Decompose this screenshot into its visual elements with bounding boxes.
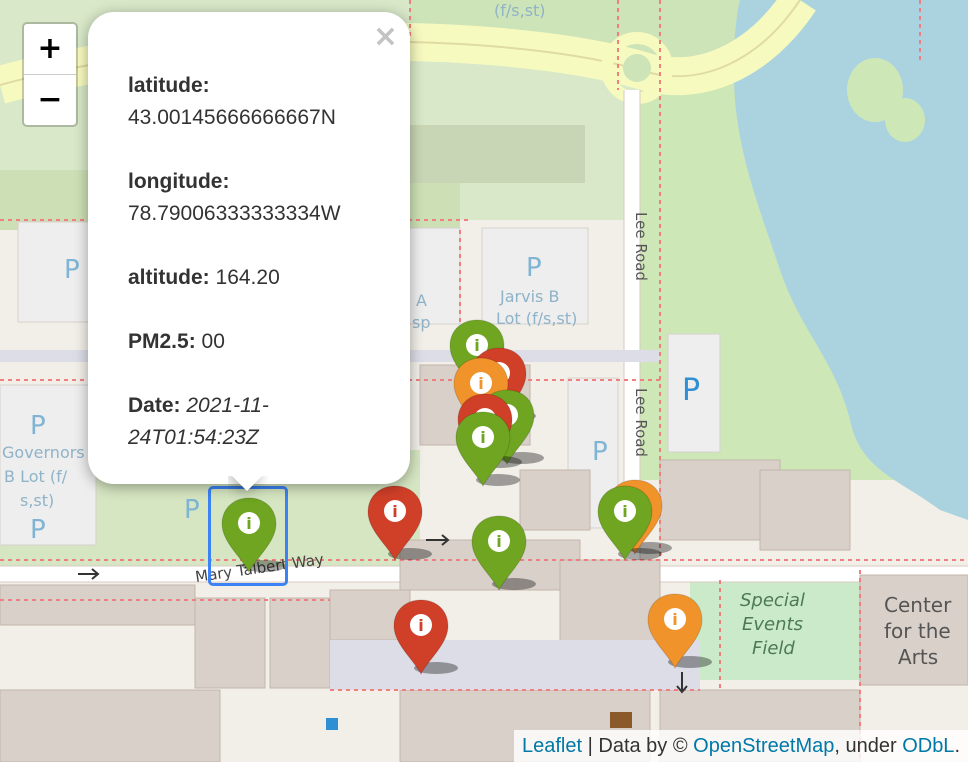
marker-popup: × latitude: 43.00145666666667N longitude… <box>88 12 410 484</box>
altitude-label: altitude: <box>128 266 210 289</box>
popup-close-button[interactable]: × <box>373 22 398 52</box>
zoom-out-button[interactable]: − <box>24 74 76 125</box>
map-container[interactable]: Lee Road Lee Road Mary Talbert Way Jarvi… <box>0 0 968 762</box>
attribution-text: . <box>954 735 960 757</box>
leaflet-link[interactable]: Leaflet <box>522 735 582 757</box>
osm-link[interactable]: OpenStreetMap <box>693 735 834 757</box>
map-label-governors-lot-line1: Governors <box>2 443 85 462</box>
map-marker-green[interactable]: i <box>470 514 536 592</box>
map-marker-green[interactable]: i <box>596 484 662 562</box>
parking-icon: P <box>682 373 700 408</box>
latitude-label: latitude: <box>128 74 210 97</box>
odbl-link[interactable]: ODbL <box>902 735 954 757</box>
popup-date: Date: 2021-11-24T01:54:23Z <box>128 390 386 454</box>
date-label: Date: <box>128 394 181 417</box>
zoom-in-button[interactable]: + <box>24 24 76 74</box>
map-label-center-arts-line3: Arts <box>898 645 938 669</box>
map-label-governors-lot-line3: s,st) <box>20 491 54 510</box>
map-marker-orange[interactable]: i <box>646 592 712 670</box>
altitude-value: 164.20 <box>215 266 280 289</box>
map-label-jarvis-lot-line1: Jarvis B <box>499 287 559 306</box>
map-label-lot-a-line2: sp <box>412 313 431 332</box>
map-marker-red[interactable]: i <box>366 484 432 562</box>
map-label-center-arts-line2: for the <box>884 619 951 643</box>
svg-text:i: i <box>480 428 485 447</box>
popup-altitude: altitude: 164.20 <box>128 262 386 294</box>
popup-tip <box>228 476 268 502</box>
popup-pm25: PM2.5: 00 <box>128 326 386 358</box>
attribution-text: | Data by © <box>582 735 694 757</box>
longitude-value: 78.79006333333334W <box>128 202 341 225</box>
latitude-value: 43.00145666666667N <box>128 106 336 129</box>
svg-text:i: i <box>246 514 251 533</box>
parking-icon: P <box>64 255 80 285</box>
map-label-lot-a-line1: A <box>416 291 427 310</box>
pm25-label: PM2.5: <box>128 330 196 353</box>
map-label-lee-road-top: Lee Road <box>632 212 650 281</box>
map-label-jarvis-lot-line2: Lot (f/s,st) <box>496 309 577 328</box>
map-label-top-lot: (f/s,st) <box>494 1 546 20</box>
parking-icon: P <box>592 437 608 467</box>
map-label-lee-road-bottom: Lee Road <box>632 388 650 457</box>
popup-latitude: latitude: 43.00145666666667N <box>128 70 386 134</box>
attribution-text: , under <box>834 735 903 757</box>
svg-text:i: i <box>392 502 397 521</box>
svg-text:i: i <box>622 502 627 521</box>
svg-text:i: i <box>418 616 423 635</box>
parking-icon: P <box>30 411 46 441</box>
map-label-special-events-line3: Field <box>752 638 795 659</box>
zoom-control: + − <box>22 22 78 127</box>
parking-icon: P <box>526 253 542 283</box>
svg-text:i: i <box>496 532 501 551</box>
parking-icon: P <box>30 515 46 545</box>
popup-longitude: longitude: 78.79006333333334W <box>128 166 386 230</box>
map-label-special-events-line2: Events <box>742 614 803 635</box>
attribution: Leaflet | Data by © OpenStreetMap, under… <box>514 730 968 762</box>
map-label-special-events-line1: Special <box>740 590 805 611</box>
map-label-governors-lot-line2: B Lot (f/ <box>4 467 68 486</box>
map-marker-red[interactable]: i <box>392 598 458 676</box>
pm25-value: 00 <box>201 330 225 353</box>
longitude-label: longitude: <box>128 170 230 193</box>
map-label-center-arts-line1: Center <box>884 593 952 617</box>
svg-text:i: i <box>672 610 677 629</box>
map-marker-green[interactable]: i <box>220 496 286 574</box>
parking-icon: P <box>184 495 200 525</box>
map-marker-green[interactable]: i <box>454 410 520 488</box>
